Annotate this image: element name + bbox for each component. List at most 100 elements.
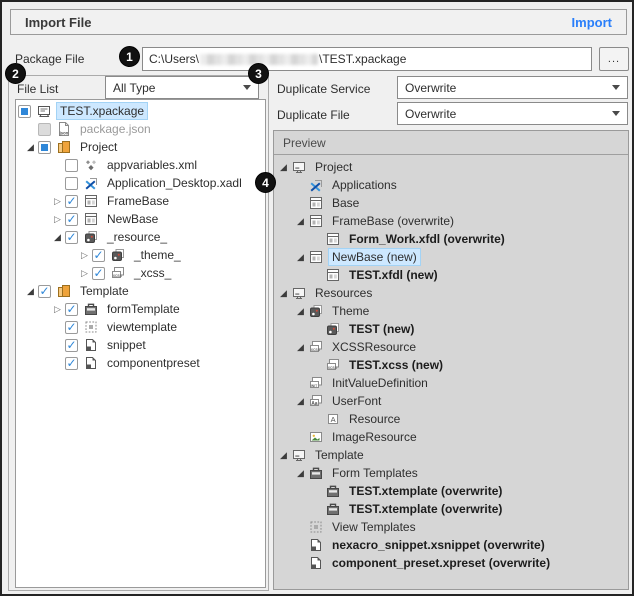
- checkbox[interactable]: [65, 213, 78, 226]
- checkbox[interactable]: [65, 357, 78, 370]
- file-tree-item[interactable]: snippet: [16, 336, 265, 354]
- file-tree-item[interactable]: componentpreset: [16, 354, 265, 372]
- file-tree-item[interactable]: ▷ _theme_: [16, 246, 265, 264]
- expander-icon[interactable]: ◢: [276, 288, 291, 299]
- expander-icon[interactable]: ◢: [293, 252, 308, 263]
- folder-icon: [56, 283, 72, 299]
- checkbox[interactable]: [92, 249, 105, 262]
- tree-item-label: formTemplate: [103, 300, 184, 318]
- checkbox[interactable]: [65, 159, 78, 172]
- preview-tree-item[interactable]: XCSSTEST.xcss (new): [274, 356, 628, 374]
- file-type-dropdown[interactable]: All Type: [105, 76, 259, 99]
- preview-tree-item[interactable]: AResource: [274, 410, 628, 428]
- preview-title: Preview: [283, 136, 326, 150]
- preview-tree-item[interactable]: View Templates: [274, 518, 628, 536]
- import-button[interactable]: Import: [572, 15, 612, 30]
- checkbox[interactable]: [38, 141, 51, 154]
- preview-tree-item[interactable]: ◢Template: [274, 446, 628, 464]
- file-tree-item[interactable]: ▷ formTemplate: [16, 300, 265, 318]
- duplicate-service-dropdown[interactable]: Overwrite: [397, 76, 628, 99]
- expander-icon[interactable]: ◢: [23, 286, 38, 297]
- preview-tree-item[interactable]: Form_Work.xfdl (overwrite): [274, 230, 628, 248]
- file-tree-item[interactable]: ▷FrameBase: [16, 192, 265, 210]
- duplicate-file-dropdown[interactable]: Overwrite: [397, 102, 628, 125]
- expander-icon[interactable]: ◢: [276, 162, 291, 173]
- snippet-icon: [308, 555, 324, 571]
- folder-icon: [56, 139, 72, 155]
- file-tree-item[interactable]: jsonpackage.json: [16, 120, 265, 138]
- preview-tree-item[interactable]: TEST.xtemplate (overwrite): [274, 482, 628, 500]
- tree-item-label: TEST.xcss (new): [345, 356, 447, 374]
- preview-tree-item[interactable]: ◢Form Templates: [274, 464, 628, 482]
- preview-tree-item[interactable]: ◢AaUserFont: [274, 392, 628, 410]
- expander-icon[interactable]: ◢: [23, 142, 38, 153]
- tree-item-label: ImageResource: [328, 428, 421, 446]
- duplicate-file-dropdown-value: Overwrite: [405, 107, 608, 121]
- checkbox[interactable]: [65, 339, 78, 352]
- file-tree-item[interactable]: Application_Desktop.xadl: [16, 174, 265, 192]
- expander-icon[interactable]: ▷: [50, 196, 65, 207]
- preview-tree-item[interactable]: ◢ FrameBase (overwrite): [274, 212, 628, 230]
- expander-icon[interactable]: ▷: [77, 250, 92, 261]
- package-file-input[interactable]: C:\Users\\TEST.xpackage: [142, 47, 592, 71]
- file-tree-item[interactable]: viewtemplate: [16, 318, 265, 336]
- tree-item-label: FrameBase (overwrite): [328, 212, 458, 230]
- expander-icon[interactable]: ◢: [293, 306, 308, 317]
- file-tree-item[interactable]: ◢Template: [16, 282, 265, 300]
- checkbox[interactable]: [65, 231, 78, 244]
- expander-icon[interactable]: ◢: [293, 216, 308, 227]
- tree-item-label: Base: [328, 194, 363, 212]
- checkbox[interactable]: [65, 195, 78, 208]
- preview-tree-item[interactable]: ◢Project: [274, 158, 628, 176]
- duplicate-service-dropdown-value: Overwrite: [405, 81, 608, 95]
- browse-button[interactable]: ...: [599, 47, 629, 71]
- preview-tree-item[interactable]: ◢Theme: [274, 302, 628, 320]
- expander-icon[interactable]: ◢: [50, 232, 65, 243]
- preview-tree-item[interactable]: ◢XCSSXCSSResource: [274, 338, 628, 356]
- preview-tree-item[interactable]: ◢NewBase (new): [274, 248, 628, 266]
- checkbox[interactable]: [18, 105, 31, 118]
- file-tree-item[interactable]: ◢_resource_: [16, 228, 265, 246]
- preview-tree-item[interactable]: TEST (new): [274, 320, 628, 338]
- preview-tree-item[interactable]: Applications: [274, 176, 628, 194]
- expander-icon[interactable]: ▷: [77, 268, 92, 279]
- expander-icon[interactable]: ◢: [293, 396, 308, 407]
- step-badge-4: 4: [255, 172, 276, 193]
- preview-tree-item[interactable]: ImageResource: [274, 428, 628, 446]
- preview-tree-item[interactable]: Base: [274, 194, 628, 212]
- file-tree-item[interactable]: TEST.xpackage: [16, 102, 265, 120]
- tree-item-label: TEST.xtemplate (overwrite): [345, 500, 506, 518]
- checkbox[interactable]: [65, 321, 78, 334]
- tree-item-label: nexacro_snippet.xsnippet (overwrite): [328, 536, 549, 554]
- checkbox[interactable]: [65, 303, 78, 316]
- expander-icon[interactable]: ▷: [50, 214, 65, 225]
- preview-tree-item[interactable]: TEST.xfdl (new): [274, 266, 628, 284]
- expander-icon[interactable]: ◢: [293, 342, 308, 353]
- chevron-down-icon: [612, 85, 620, 90]
- preview-tree-item[interactable]: TEST.xtemplate (overwrite): [274, 500, 628, 518]
- file-tree-item[interactable]: appvariables.xml: [16, 156, 265, 174]
- preview-tree-item[interactable]: INITInitValueDefinition: [274, 374, 628, 392]
- expander-icon[interactable]: ◢: [293, 468, 308, 479]
- xadl-icon: [83, 175, 99, 191]
- expander-icon[interactable]: ◢: [276, 450, 291, 461]
- preview-tree-item[interactable]: ◢Resources: [274, 284, 628, 302]
- file-tree-item[interactable]: ▷NewBase: [16, 210, 265, 228]
- checkbox[interactable]: [38, 285, 51, 298]
- preview-panel: Preview ◢ProjectApplicationsBase ◢ FrameBa…: [273, 130, 629, 590]
- framebase-icon: [308, 195, 324, 211]
- file-tree-item[interactable]: ◢Project: [16, 138, 265, 156]
- theme-icon: [308, 303, 324, 319]
- expander-icon[interactable]: ▷: [50, 304, 65, 315]
- dialog-titlebar: Import File Import: [10, 9, 627, 35]
- checkbox[interactable]: [65, 177, 78, 190]
- checkbox[interactable]: [92, 267, 105, 280]
- svg-text:XCSS: XCSS: [113, 274, 123, 278]
- preview-tree-item[interactable]: component_preset.xpreset (overwrite): [274, 554, 628, 572]
- file-type-dropdown-value: All Type: [113, 81, 239, 95]
- package-file-tree: TEST.xpackagejsonpackage.json◢Projectapp…: [15, 99, 266, 588]
- vars-icon: [83, 157, 99, 173]
- file-tree-item[interactable]: ▷XCSS_xcss_: [16, 264, 265, 282]
- preview-tree-item[interactable]: nexacro_snippet.xsnippet (overwrite): [274, 536, 628, 554]
- tree-item-label: _theme_: [130, 246, 185, 264]
